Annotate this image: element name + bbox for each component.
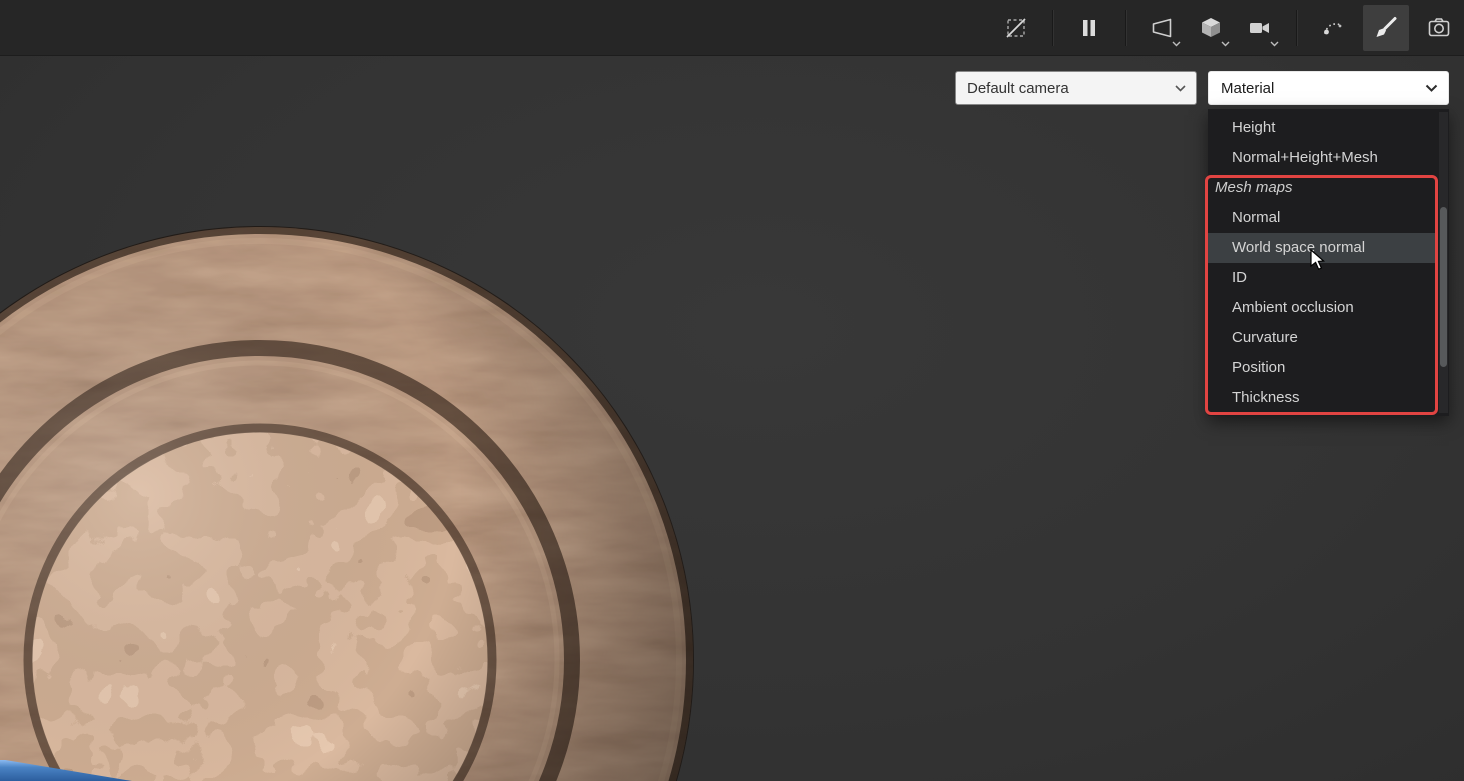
menu-item-world-space-normal[interactable]: World space normal xyxy=(1208,233,1438,263)
cork-trivet-model[interactable] xyxy=(0,220,700,781)
screenshot-camera-icon xyxy=(1428,17,1450,36)
menu-item-ambient-occlusion[interactable]: Ambient occlusion xyxy=(1208,293,1449,323)
menu-scrollbar[interactable] xyxy=(1439,112,1448,413)
toolbar-separator xyxy=(1296,9,1297,46)
perspective-view-icon xyxy=(1152,18,1172,37)
menu-scrollbar-thumb[interactable] xyxy=(1440,207,1447,367)
menu-item-position[interactable]: Position xyxy=(1208,353,1449,383)
toolbar-separator xyxy=(1125,9,1126,46)
menu-item-thickness[interactable]: Thickness xyxy=(1208,383,1449,413)
material-view-button[interactable] xyxy=(1192,7,1230,49)
menu-item-id[interactable]: ID xyxy=(1208,263,1449,293)
chevron-down-icon xyxy=(1425,84,1438,92)
display-mode-select-value: Material xyxy=(1221,79,1275,97)
pause-icon xyxy=(1083,19,1095,36)
menu-item-curvature[interactable]: Curvature xyxy=(1208,323,1449,353)
camera-view-button[interactable] xyxy=(1241,7,1279,49)
symmetry-disabled-button[interactable] xyxy=(997,7,1035,49)
chevron-down-icon xyxy=(1172,41,1181,46)
environment-rotation-icon xyxy=(1324,22,1342,34)
paint-tool-icon xyxy=(1376,16,1397,37)
top-toolbar xyxy=(0,0,1464,56)
camera-view-icon xyxy=(1250,22,1269,33)
material-view-icon xyxy=(1202,17,1220,37)
camera-select[interactable]: Default camera xyxy=(955,71,1197,105)
camera-select-value: Default camera xyxy=(967,79,1069,97)
display-mode-select[interactable]: Material xyxy=(1208,71,1449,105)
menu-item-height[interactable]: Height xyxy=(1208,113,1449,143)
symmetry-disabled-icon xyxy=(1006,17,1026,38)
perspective-view-button[interactable] xyxy=(1143,7,1181,49)
screenshot-button[interactable] xyxy=(1420,7,1458,49)
menu-item-normal-height-mesh[interactable]: Normal+Height+Mesh xyxy=(1208,143,1449,173)
chevron-down-icon xyxy=(1270,41,1279,46)
display-mode-menu: Height Normal+Height+Mesh Mesh maps Norm… xyxy=(1208,109,1449,416)
toolbar-separator xyxy=(1052,9,1053,46)
chevron-down-icon xyxy=(1175,84,1186,92)
environment-rotation-button[interactable] xyxy=(1314,7,1352,49)
menu-section-mesh-maps: Mesh maps xyxy=(1215,179,1293,196)
pause-button[interactable] xyxy=(1070,7,1108,49)
chevron-down-icon xyxy=(1221,41,1230,46)
paint-tool-button[interactable] xyxy=(1363,4,1409,51)
app-window: Default camera Material Height Normal+He… xyxy=(0,0,1464,781)
menu-item-normal[interactable]: Normal xyxy=(1208,203,1449,233)
